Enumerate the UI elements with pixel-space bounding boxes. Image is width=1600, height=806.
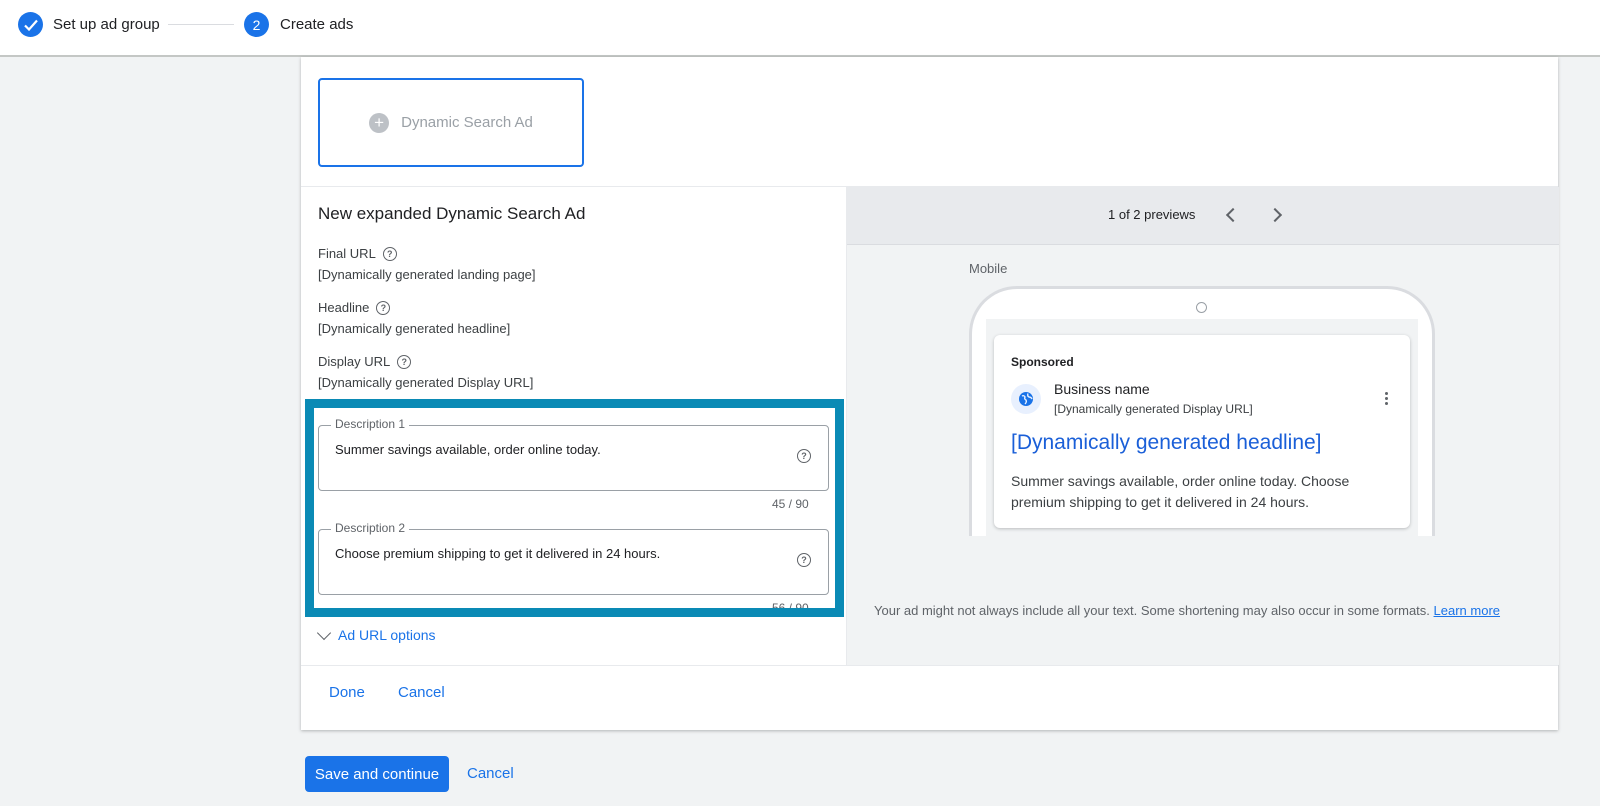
step-complete-check-icon xyxy=(18,12,43,37)
help-icon[interactable]: ? xyxy=(382,246,397,261)
ad-description: Summer savings available, order online t… xyxy=(1011,473,1350,510)
ad-url-options-label: Ad URL options xyxy=(338,627,436,643)
divider xyxy=(301,665,1558,666)
globe-icon xyxy=(1011,384,1041,414)
preview-note: Your ad might not always include all you… xyxy=(874,603,1500,618)
preview-note-text: Your ad might not always include all you… xyxy=(874,603,1430,618)
chevron-down-icon xyxy=(316,625,332,641)
phone-screen: Sponsored Business name [Dynamically gen… xyxy=(986,319,1418,536)
stepper-bar: Set up ad group 2 Create ads xyxy=(0,0,1600,57)
step-2-number: 2 xyxy=(244,12,269,37)
ad-headline: [Dynamically generated headline] xyxy=(1011,431,1322,454)
headline-value: [Dynamically generated headline] xyxy=(318,321,511,336)
final-url-value: [Dynamically generated landing page] xyxy=(318,267,536,282)
preview-header: 1 of 2 previews xyxy=(847,187,1559,245)
dynamic-search-ad-tile-label: Dynamic Search Ad xyxy=(401,114,533,131)
done-button[interactable]: Done xyxy=(329,684,365,701)
more-vert-icon[interactable] xyxy=(1385,392,1388,405)
ad-preview-panel: 1 of 2 previews Mobile Sponsored Busines… xyxy=(846,187,1559,665)
sponsored-label: Sponsored xyxy=(1011,355,1074,369)
headline-label: Headline ? xyxy=(318,300,391,315)
business-name: Business name xyxy=(1054,381,1150,397)
card-cancel-button[interactable]: Cancel xyxy=(398,684,445,701)
descriptions-highlight-frame xyxy=(305,399,844,617)
display-url-label-text: Display URL xyxy=(318,354,391,369)
add-circle-icon: + xyxy=(369,112,390,133)
final-url-label-text: Final URL xyxy=(318,246,376,261)
ad-editor-card: + Dynamic Search Ad New expanded Dynamic… xyxy=(301,57,1559,730)
ad-url-options-toggle[interactable]: Ad URL options xyxy=(316,625,436,643)
learn-more-link[interactable]: Learn more xyxy=(1434,603,1500,618)
step-2-label: Create ads xyxy=(280,16,354,33)
help-icon[interactable]: ? xyxy=(376,300,391,315)
help-icon[interactable]: ? xyxy=(397,354,412,369)
chevron-left-icon[interactable] xyxy=(1225,207,1241,223)
final-url-label: Final URL ? xyxy=(318,246,397,261)
preview-count: 1 of 2 previews xyxy=(1108,207,1196,222)
display-url-value: [Dynamically generated Display URL] xyxy=(318,375,534,390)
headline-label-text: Headline xyxy=(318,300,370,315)
device-label: Mobile xyxy=(969,261,1008,276)
mobile-phone-frame: Sponsored Business name [Dynamically gen… xyxy=(969,286,1435,536)
page-cancel-button[interactable]: Cancel xyxy=(467,765,514,782)
chevron-right-icon[interactable] xyxy=(1267,207,1283,223)
display-url-label: Display URL ? xyxy=(318,354,412,369)
camera-icon xyxy=(1196,302,1207,313)
dynamic-search-ad-tile[interactable]: + Dynamic Search Ad xyxy=(318,78,584,167)
ad-preview-card: Sponsored Business name [Dynamically gen… xyxy=(994,335,1410,528)
stepper-divider xyxy=(168,24,234,25)
save-and-continue-button[interactable]: Save and continue xyxy=(305,756,449,792)
form-title: New expanded Dynamic Search Ad xyxy=(318,204,586,223)
ad-display-url: [Dynamically generated Display URL] xyxy=(1054,402,1253,416)
step-1-label[interactable]: Set up ad group xyxy=(53,16,160,33)
